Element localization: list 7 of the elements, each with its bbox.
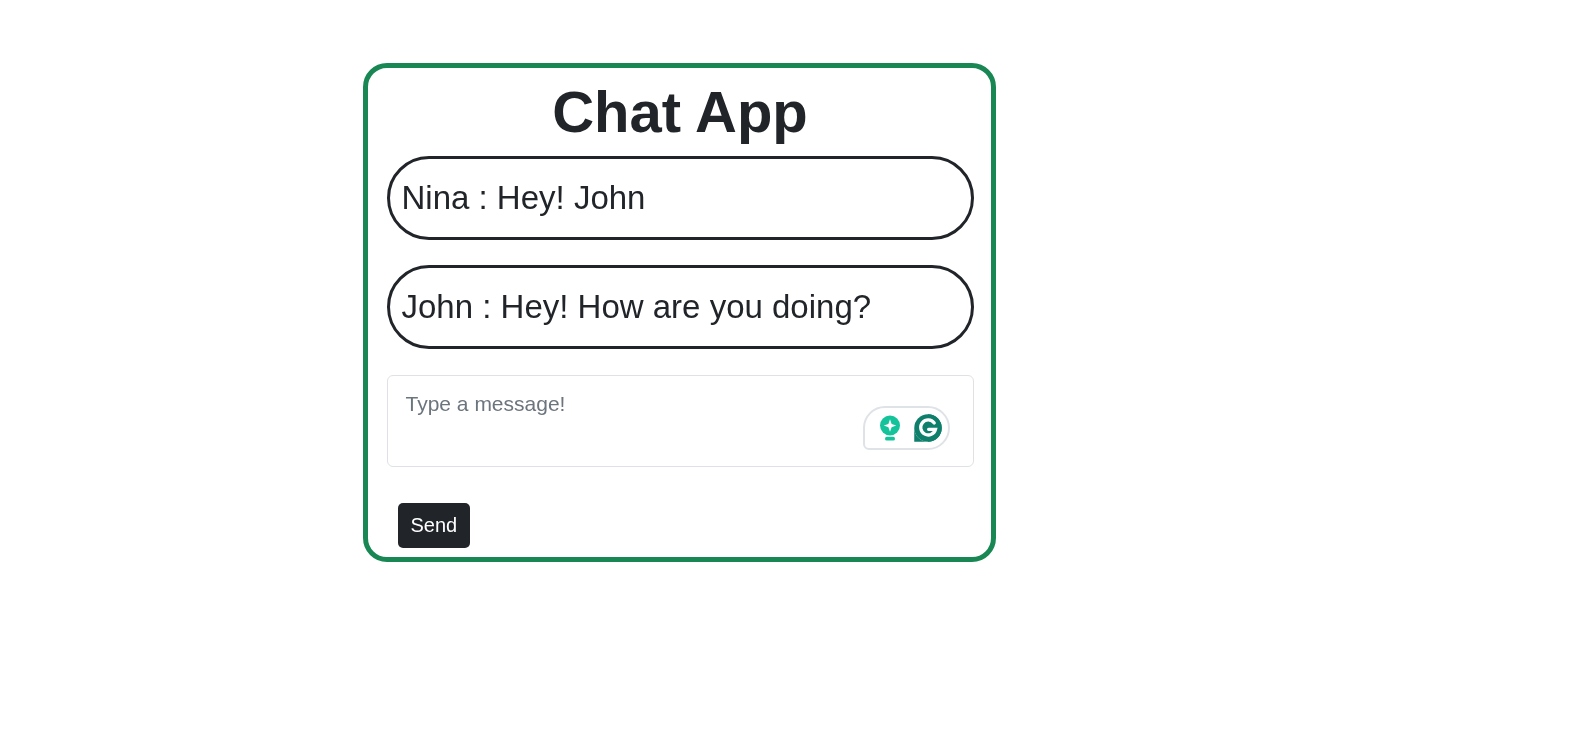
message-input[interactable]: Type a message! [386, 375, 974, 467]
logo-icon[interactable] [912, 413, 943, 443]
app-title: Chat App [551, 78, 809, 146]
assistant-widget[interactable] [862, 406, 950, 450]
message-bubble: Nina : Hey! John [386, 156, 974, 240]
send-button[interactable]: Send [397, 503, 471, 548]
message-bubble: John : Hey! How are you doing? [386, 265, 974, 349]
